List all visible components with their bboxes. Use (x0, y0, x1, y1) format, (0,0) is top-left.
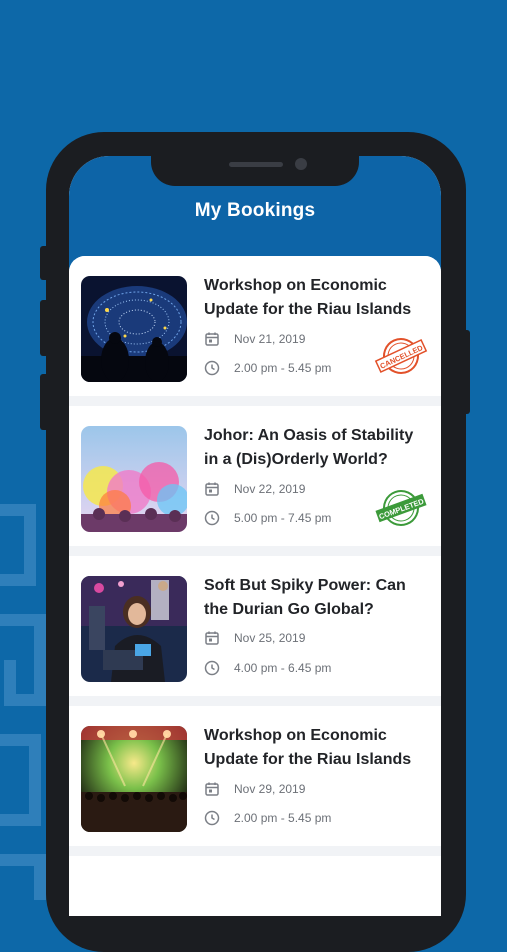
phone-screen: My Bookings Workshop on Economic Update … (69, 156, 441, 916)
booking-time-text: 4.00 pm - 6.45 pm (234, 661, 332, 675)
speaker-grille (229, 162, 283, 167)
woman-with-laptop-photo (81, 576, 187, 682)
phone-volume-button-down (40, 300, 48, 356)
booking-card-partial[interactable] (69, 856, 441, 916)
concert-stage-photo (81, 726, 187, 832)
booking-date: Nov 25, 2019 (204, 628, 305, 648)
booking-time: 2.00 pm - 5.45 pm (204, 358, 331, 378)
network-globe-photo (81, 276, 187, 382)
booking-time: 2.00 pm - 5.45 pm (204, 808, 331, 828)
booking-date-text: Nov 29, 2019 (234, 782, 306, 796)
color-powder-festival-photo (81, 426, 187, 532)
booking-date: Nov 22, 2019 (204, 479, 305, 499)
phone-volume-button-up (40, 246, 48, 280)
clock-icon (204, 359, 222, 377)
phone-power-button (462, 330, 470, 414)
booking-card[interactable]: Johor: An Oasis of Stability in a (Dis)O… (69, 406, 441, 546)
booking-title: Johor: An Oasis of Stability in a (Dis)O… (204, 427, 414, 468)
clock-icon (204, 509, 222, 527)
booking-time-text: 5.00 pm - 7.45 pm (234, 511, 332, 525)
booking-date: Nov 21, 2019 (204, 329, 305, 349)
clock-icon (204, 809, 222, 827)
booking-card[interactable]: Workshop on Economic Update for the Riau… (69, 706, 441, 846)
booking-date-text: Nov 21, 2019 (234, 332, 306, 346)
phone-silent-switch (40, 374, 48, 430)
booking-date: Nov 29, 2019 (204, 779, 305, 799)
front-camera (295, 158, 307, 170)
booking-title: Workshop on Economic Update for the Riau… (204, 727, 412, 768)
booking-time-text: 2.00 pm - 5.45 pm (234, 811, 332, 825)
phone-notch (151, 156, 359, 186)
booking-title: Workshop on Economic Update for the Riau… (204, 277, 412, 318)
booking-card[interactable]: Soft But Spiky Power: Can the Durian Go … (69, 556, 441, 696)
booking-time-text: 2.00 pm - 5.45 pm (234, 361, 332, 375)
clock-icon (204, 659, 222, 677)
booking-title: Soft But Spiky Power: Can the Durian Go … (204, 577, 406, 618)
cancelled-stamp: CANCELLED (374, 338, 428, 374)
calendar-icon (204, 480, 222, 498)
calendar-icon (204, 330, 222, 348)
page-title: My Bookings (194, 200, 316, 221)
booking-time: 5.00 pm - 7.45 pm (204, 508, 331, 528)
completed-stamp: COMPLETED (375, 490, 427, 526)
calendar-icon (204, 629, 222, 647)
booking-card[interactable]: Workshop on Economic Update for the Riau… (69, 256, 441, 396)
booking-date-text: Nov 25, 2019 (234, 631, 306, 645)
bookings-list[interactable]: Workshop on Economic Update for the Riau… (69, 256, 441, 916)
booking-time: 4.00 pm - 6.45 pm (204, 658, 331, 678)
calendar-icon (204, 780, 222, 798)
booking-date-text: Nov 22, 2019 (234, 482, 306, 496)
